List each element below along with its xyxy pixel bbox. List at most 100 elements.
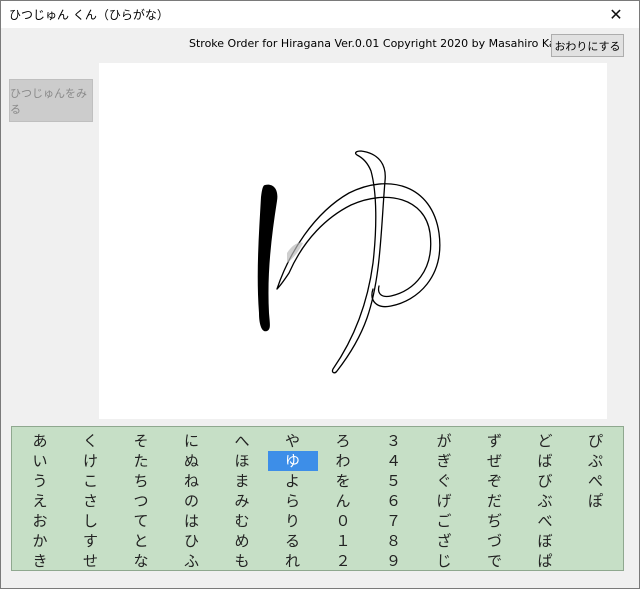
palette-char[interactable]: わ [331, 451, 355, 471]
palette-char[interactable]: り [281, 511, 305, 531]
palette-char[interactable]: あ [28, 431, 52, 451]
palette-char[interactable]: と [129, 531, 153, 551]
palette-char[interactable]: ０ [331, 511, 355, 531]
palette-column: ３４５６７８９ [382, 431, 406, 571]
palette-char[interactable]: げ [432, 491, 456, 511]
palette-char[interactable]: ぬ [180, 451, 204, 471]
palette-char[interactable]: う [28, 471, 52, 491]
palette-char[interactable]: た [129, 451, 153, 471]
palette-char[interactable]: つ [129, 491, 153, 511]
close-button[interactable]: ✕ [593, 1, 639, 28]
palette-char[interactable]: ざ [432, 531, 456, 551]
palette-char[interactable]: べ [533, 511, 557, 531]
palette-char[interactable]: め [230, 531, 254, 551]
palette-char[interactable]: ふ [180, 551, 204, 571]
palette-char[interactable]: ぜ [483, 451, 507, 471]
palette-char[interactable]: ぼ [533, 531, 557, 551]
palette-char[interactable]: ぽ [584, 491, 608, 511]
app-window: ひつじゅん くん（ひらがな） ✕ Stroke Order for Hiraga… [0, 0, 640, 589]
show-stroke-order-button[interactable]: ひつじゅんをみる [9, 79, 93, 122]
stroke-1-filled [257, 184, 278, 332]
palette-char[interactable]: ６ [382, 491, 406, 511]
palette-char[interactable]: だ [483, 491, 507, 511]
palette-char[interactable]: ２ [331, 551, 355, 571]
palette-char[interactable]: の [180, 491, 204, 511]
palette-char[interactable]: く [79, 431, 103, 451]
palette-char[interactable]: じ [432, 551, 456, 571]
palette-char[interactable]: か [28, 531, 52, 551]
palette-char[interactable]: び [533, 471, 557, 491]
palette-char[interactable]: せ [79, 551, 103, 571]
palette-char[interactable]: １ [331, 531, 355, 551]
palette-column: くけこさしすせ [79, 431, 103, 571]
palette-char[interactable]: ね [180, 471, 204, 491]
palette-char[interactable]: や [281, 431, 305, 451]
palette-char[interactable]: み [230, 491, 254, 511]
palette-char[interactable]: に [180, 431, 204, 451]
palette-char[interactable]: ず [483, 431, 507, 451]
palette-char[interactable]: ぱ [533, 551, 557, 571]
palette-char[interactable]: ひ [180, 531, 204, 551]
palette-char[interactable]: な [129, 551, 153, 571]
palette-char[interactable]: ぺ [584, 471, 608, 491]
palette-column: へほまみむめも [230, 431, 254, 571]
palette-char[interactable]: ん [331, 491, 355, 511]
palette-char[interactable]: が [432, 431, 456, 451]
palette-column: ろわをん０１２ [331, 431, 355, 571]
palette-char[interactable]: ぴ [584, 431, 608, 451]
palette-column: ずぜぞだぢづで [483, 431, 507, 571]
palette-char[interactable]: き [28, 551, 52, 571]
palette-char[interactable]: ご [432, 511, 456, 531]
palette-char[interactable]: お [28, 511, 52, 531]
quit-button[interactable]: おわりにする [551, 34, 624, 57]
palette-char[interactable]: ど [533, 431, 557, 451]
palette-char[interactable]: ぢ [483, 511, 507, 531]
palette-char[interactable]: ぷ [584, 451, 608, 471]
palette-char[interactable]: ７ [382, 511, 406, 531]
palette-char[interactable]: よ [281, 471, 305, 491]
character-drawing [257, 150, 441, 374]
window-title: ひつじゅん くん（ひらがな） [9, 8, 169, 22]
palette-char[interactable]: で [483, 551, 507, 571]
palette-char[interactable]: へ [230, 431, 254, 451]
palette-char[interactable]: は [180, 511, 204, 531]
palette-char[interactable]: む [230, 511, 254, 531]
palette-char[interactable]: ぎ [432, 451, 456, 471]
palette-char[interactable]: ８ [382, 531, 406, 551]
palette-char[interactable]: ら [281, 491, 305, 511]
close-icon: ✕ [609, 5, 623, 24]
palette-column: どばびぶべぼぱ [533, 431, 557, 571]
palette-char[interactable]: れ [281, 551, 305, 571]
palette-char[interactable]: る [281, 531, 305, 551]
palette-char[interactable]: こ [79, 471, 103, 491]
palette-char[interactable]: し [79, 511, 103, 531]
palette-char[interactable]: を [331, 471, 355, 491]
palette-char[interactable]: ぶ [533, 491, 557, 511]
palette-char[interactable]: ４ [382, 451, 406, 471]
palette-char[interactable]: ろ [331, 431, 355, 451]
palette-char[interactable]: そ [129, 431, 153, 451]
character-canvas [99, 63, 607, 419]
palette-char[interactable]: ５ [382, 471, 406, 491]
outline-strokes [276, 150, 441, 374]
palette-char[interactable]: ち [129, 471, 153, 491]
palette-char[interactable]: も [230, 551, 254, 571]
palette-char[interactable]: ま [230, 471, 254, 491]
palette-char[interactable]: え [28, 491, 52, 511]
palette-char[interactable]: ３ [382, 431, 406, 451]
palette-char[interactable]: ば [533, 451, 557, 471]
palette-char[interactable]: い [28, 451, 52, 471]
title-bar: ひつじゅん くん（ひらがな） ✕ [1, 1, 639, 28]
palette-char[interactable]: す [79, 531, 103, 551]
palette-char[interactable]: ぐ [432, 471, 456, 491]
palette-char[interactable]: て [129, 511, 153, 531]
palette-char[interactable]: ぞ [483, 471, 507, 491]
palette-char[interactable]: さ [79, 491, 103, 511]
palette-char[interactable]: ほ [230, 451, 254, 471]
palette-column: がぎぐげござじ [432, 431, 456, 571]
palette-char[interactable]: ゆ [267, 451, 318, 471]
copyright-label: Stroke Order for Hiragana Ver.0.01 Copyr… [189, 37, 567, 50]
palette-char[interactable]: け [79, 451, 103, 471]
palette-char[interactable]: ９ [382, 551, 406, 571]
palette-char[interactable]: づ [483, 531, 507, 551]
